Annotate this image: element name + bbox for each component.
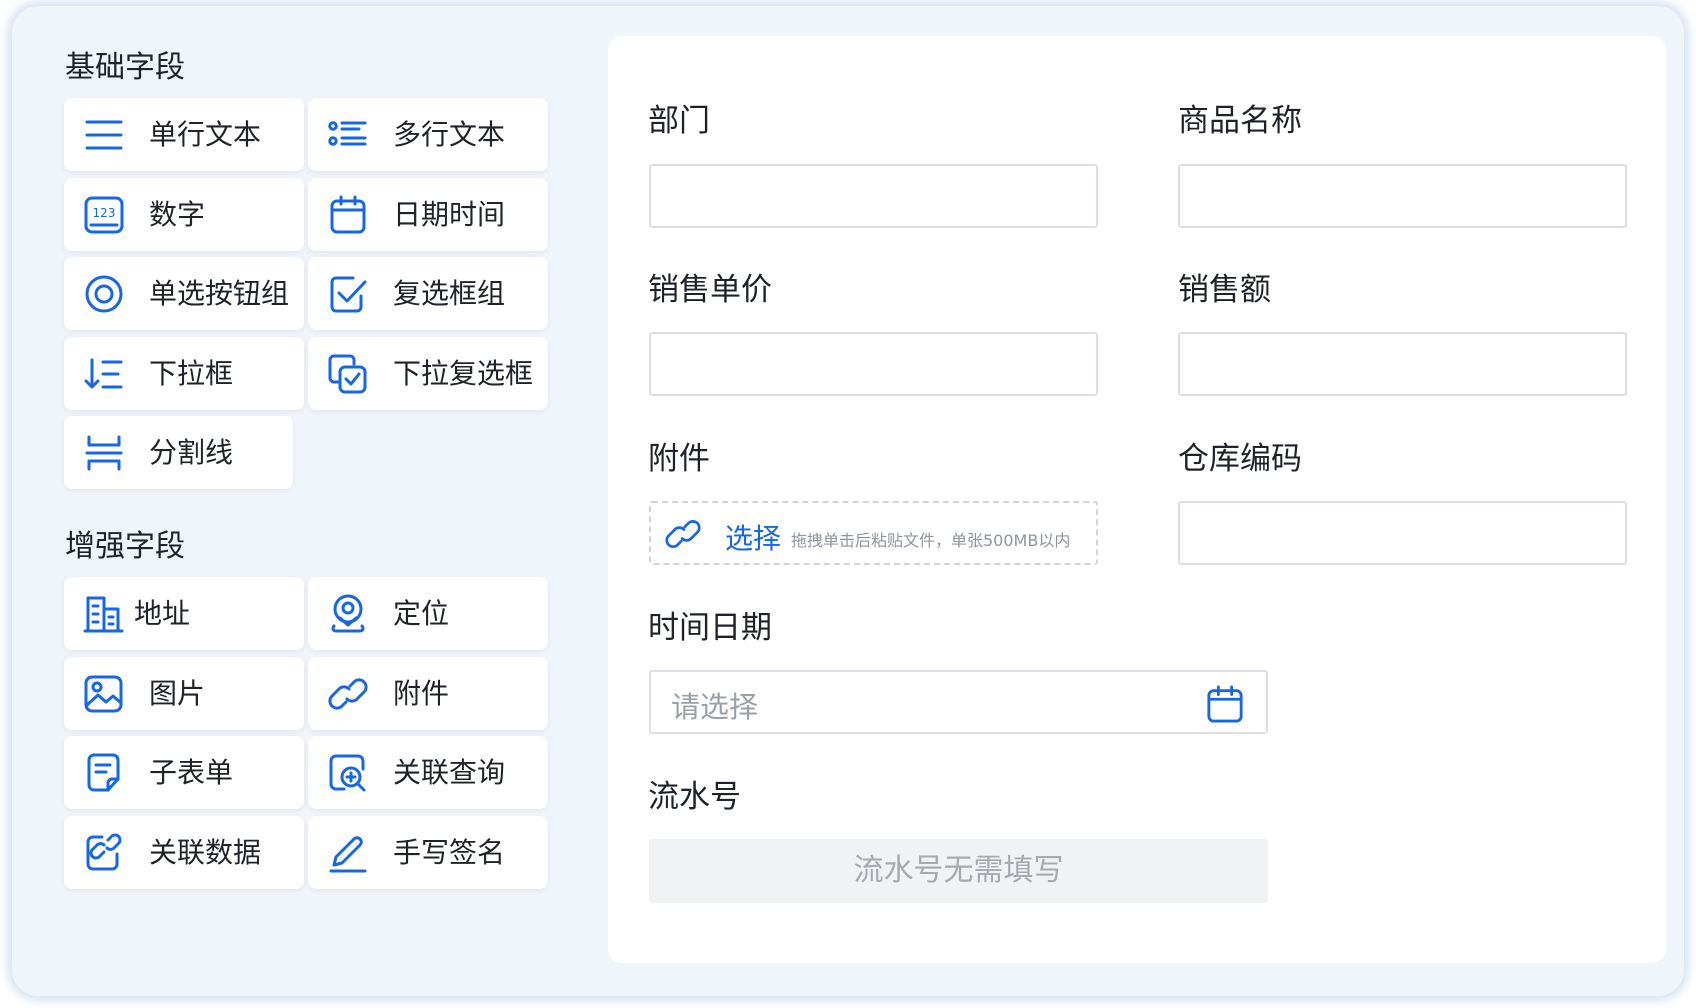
multi-checkbox-icon xyxy=(328,354,367,394)
field-label: 单行文本 xyxy=(149,118,262,151)
product-name-input[interactable] xyxy=(1178,164,1627,228)
date-time-label: 时间日期 xyxy=(648,610,772,646)
product-name-label: 商品名称 xyxy=(1178,103,1302,139)
field-label: 手写签名 xyxy=(393,836,506,869)
field-sub-form[interactable]: 子表单 xyxy=(64,736,304,809)
attachment-upload-area[interactable]: 选择 拖拽单击后粘贴文件，单张500MB以内 xyxy=(649,501,1098,565)
serial-number-field: 流水号无需填写 xyxy=(649,839,1268,903)
field-label: 下拉框 xyxy=(149,357,234,390)
field-label: 图片 xyxy=(149,677,206,710)
link-icon xyxy=(328,678,368,710)
field-dropdown[interactable]: 下拉框 xyxy=(64,337,304,410)
field-dropdown-checkbox[interactable]: 下拉复选框 xyxy=(308,337,548,410)
field-label: 日期时间 xyxy=(393,198,506,231)
field-label: 下拉复选框 xyxy=(393,357,534,390)
form-canvas: 部门 商品名称 销售单价 销售额 附件 选择 拖拽单击后粘贴文件，单张500MB… xyxy=(608,36,1666,963)
location-icon xyxy=(331,594,365,633)
divider-icon xyxy=(85,435,123,471)
field-date-time[interactable]: 日期时间 xyxy=(308,178,548,251)
field-related-query[interactable]: 关联查询 xyxy=(308,736,548,809)
unit-price-input[interactable] xyxy=(649,332,1098,396)
number-icon: 123 xyxy=(84,196,124,234)
form-builder-window: 基础字段 单行文本 多行文本 123 数字 日期时间 单选按钮组 复选框组 下拉… xyxy=(12,6,1684,996)
field-image[interactable]: 图片 xyxy=(64,657,304,730)
calendar-icon[interactable] xyxy=(1206,684,1244,724)
related-query-icon xyxy=(329,754,366,792)
sales-amount-label: 销售额 xyxy=(1178,272,1271,308)
sort-list-icon xyxy=(84,358,123,389)
field-label: 关联数据 xyxy=(149,836,262,869)
date-time-picker[interactable]: 请选择 xyxy=(649,670,1268,734)
field-label: 复选框组 xyxy=(393,277,506,310)
field-signature[interactable]: 手写签名 xyxy=(308,816,548,889)
field-label: 地址 xyxy=(134,597,191,630)
department-label: 部门 xyxy=(648,103,710,139)
field-multi-line-text[interactable]: 多行文本 xyxy=(308,98,548,171)
field-label: 附件 xyxy=(393,677,450,710)
unit-price-label: 销售单价 xyxy=(648,272,772,308)
field-label: 数字 xyxy=(149,198,206,231)
sub-form-icon xyxy=(87,753,120,792)
single-line-text-icon xyxy=(85,120,123,150)
paperclip-link-icon xyxy=(665,520,701,548)
checkbox-icon xyxy=(330,276,367,313)
department-input[interactable] xyxy=(649,164,1098,228)
date-time-placeholder: 请选择 xyxy=(671,690,759,724)
radio-icon xyxy=(85,275,123,313)
field-attachment[interactable]: 附件 xyxy=(308,657,548,730)
field-single-line-text[interactable]: 单行文本 xyxy=(64,98,304,171)
building-icon xyxy=(83,596,124,633)
related-data-icon xyxy=(86,833,122,871)
image-icon xyxy=(84,675,123,713)
warehouse-code-input[interactable] xyxy=(1178,501,1627,565)
attachment-hint: 拖拽单击后粘贴文件，单张500MB以内 xyxy=(791,531,1071,550)
pen-icon xyxy=(329,836,367,873)
field-label: 单选按钮组 xyxy=(149,277,290,310)
field-number[interactable]: 123 数字 xyxy=(64,178,304,251)
field-label: 定位 xyxy=(393,597,450,630)
field-checkbox-group[interactable]: 复选框组 xyxy=(308,257,548,330)
basic-fields-title: 基础字段 xyxy=(65,50,185,85)
field-label: 分割线 xyxy=(149,436,234,469)
sales-amount-input[interactable] xyxy=(1178,332,1627,396)
field-location[interactable]: 定位 xyxy=(308,577,548,650)
number-icon-text: 123 xyxy=(93,206,116,220)
attachment-label: 附件 xyxy=(648,441,710,477)
calendar-icon xyxy=(330,195,366,234)
field-divider[interactable]: 分割线 xyxy=(64,416,293,489)
field-radio-group[interactable]: 单选按钮组 xyxy=(64,257,304,330)
field-label: 关联查询 xyxy=(393,756,506,789)
warehouse-code-label: 仓库编码 xyxy=(1178,441,1302,477)
field-label: 多行文本 xyxy=(393,118,506,151)
attachment-select-button[interactable]: 选择 xyxy=(725,517,781,557)
field-label: 子表单 xyxy=(149,756,234,789)
enhanced-fields-title: 增强字段 xyxy=(65,529,185,564)
serial-number-label: 流水号 xyxy=(648,779,741,815)
field-address[interactable]: 地址 xyxy=(64,577,304,650)
multi-line-text-icon xyxy=(328,121,367,146)
field-related-data[interactable]: 关联数据 xyxy=(64,816,304,889)
